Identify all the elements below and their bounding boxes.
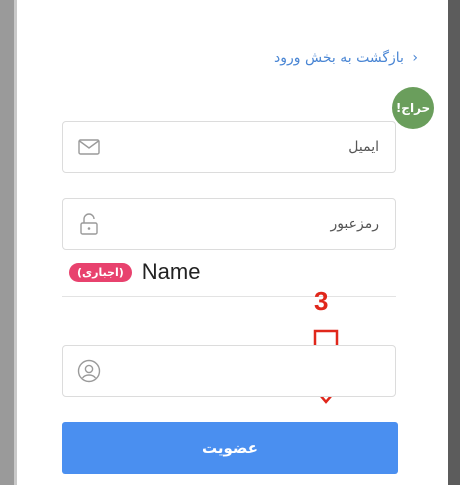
email-field[interactable] <box>62 121 396 173</box>
email-input[interactable] <box>111 122 381 172</box>
divider <box>62 296 396 297</box>
password-field[interactable] <box>62 198 396 250</box>
back-to-login-link[interactable]: ‹ بازگشت به بخش ورود <box>274 50 418 66</box>
sale-badge: حراج! <box>392 87 434 129</box>
username-input[interactable] <box>111 346 381 396</box>
lock-icon <box>80 213 98 235</box>
required-badge: (اجباری) <box>69 262 132 282</box>
username-field[interactable] <box>62 345 396 397</box>
signup-panel: ‹ بازگشت به بخش ورود حراج! (اجباری) Name… <box>14 0 448 485</box>
name-label: Name <box>141 259 201 284</box>
name-label-row: (اجباری) Name <box>69 257 200 287</box>
annotation-step-number: 3 <box>314 286 329 316</box>
mail-icon <box>78 139 100 155</box>
signup-submit-button[interactable]: عضویت <box>62 422 398 474</box>
chevron-left-icon: ‹ <box>412 50 418 66</box>
password-input[interactable] <box>111 199 381 249</box>
back-link-label: بازگشت به بخش ورود <box>274 50 404 66</box>
user-icon <box>77 359 101 383</box>
background-strip <box>0 0 14 485</box>
